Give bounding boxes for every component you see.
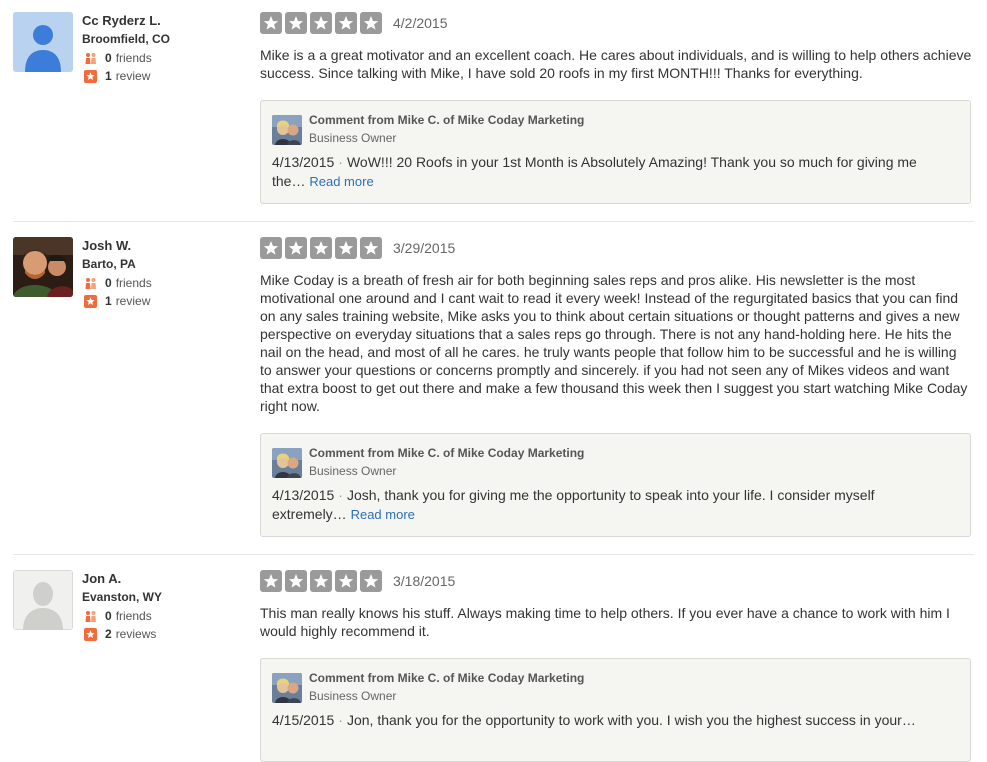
- star-icon: [310, 570, 332, 592]
- review-date: 3/29/2015: [393, 240, 456, 256]
- user-name[interactable]: Cc Ryderz L.: [82, 13, 161, 28]
- friends-icon: [85, 277, 96, 289]
- comment-author[interactable]: Comment from Mike C. of Mike Coday Marke…: [309, 113, 584, 127]
- default-user-silhouette-icon: [13, 570, 73, 630]
- review-text: Mike is a a great motivator and an excel…: [260, 47, 972, 81]
- user-location: Broomfield, CO: [82, 32, 171, 46]
- review-star-icon: [84, 627, 97, 641]
- comment-author[interactable]: Comment from Mike C. of Mike Coday Marke…: [309, 671, 584, 685]
- separator-dot: ·: [338, 487, 343, 503]
- star-icon: [260, 237, 282, 259]
- star-icon: [260, 12, 282, 34]
- friends-count: 0 friends: [84, 51, 152, 65]
- comment-body: 4/15/2015 · Jon, thank you for the opportu…: [272, 711, 952, 730]
- star-icon: [335, 237, 357, 259]
- user-avatar[interactable]: [13, 12, 73, 72]
- star-rating: [260, 237, 382, 259]
- star-icon: [360, 237, 382, 259]
- comment-author[interactable]: Comment from Mike C. of Mike Coday Marke…: [309, 446, 584, 460]
- star-icon: [360, 12, 382, 34]
- user-name[interactable]: Josh W.: [82, 238, 131, 253]
- review-text: Mike Coday is a breath of fresh air for …: [260, 272, 968, 414]
- review-item: Jon A. Evanston, WY 0 friends 2 reviews 3/…: [0, 570, 987, 762]
- separator-dot: ·: [338, 712, 343, 728]
- owner-role: Business Owner: [309, 131, 397, 145]
- review-date: 4/2/2015: [393, 15, 448, 31]
- star-icon: [285, 12, 307, 34]
- user-avatar[interactable]: [13, 570, 73, 630]
- review-star-icon: [84, 69, 97, 83]
- user-name[interactable]: Jon A.: [82, 571, 121, 586]
- review-item: Josh W. Barto, PA 0 friends 1 review 3/29/…: [0, 237, 987, 542]
- user-location: Barto, PA: [82, 257, 136, 271]
- review-divider: [13, 221, 974, 222]
- owner-photo-avatar: [272, 448, 302, 478]
- comment-body: 4/13/2015 · WoW!!! 20 Roofs in your 1st Mo…: [272, 153, 952, 191]
- separator-dot: ·: [338, 154, 343, 170]
- star-rating: [260, 12, 382, 34]
- friends-count: 0 friends: [84, 609, 152, 623]
- reviews-count: 2 reviews: [84, 627, 156, 641]
- read-more-link[interactable]: Read more: [351, 507, 415, 522]
- user-avatar[interactable]: [13, 237, 73, 297]
- owner-avatar[interactable]: [272, 673, 302, 703]
- star-icon: [335, 12, 357, 34]
- comment-body: 4/13/2015 · Josh, thank you for giving me …: [272, 486, 952, 524]
- star-icon: [335, 570, 357, 592]
- read-more-link[interactable]: Read more: [309, 174, 373, 189]
- owner-photo-avatar: [272, 115, 302, 145]
- comment-text: Jon, thank you for the opportunity to wo…: [346, 712, 916, 728]
- comment-date: 4/13/2015: [272, 487, 335, 503]
- star-icon: [260, 570, 282, 592]
- review-item: Cc Ryderz L. Broomfield, CO 0 friends 1 re…: [0, 12, 987, 212]
- default-user-avatar-icon: [13, 12, 73, 72]
- review-date: 3/18/2015: [393, 573, 456, 589]
- review-divider: [13, 554, 974, 555]
- owner-comment: Comment from Mike C. of Mike Coday Marke…: [260, 433, 971, 537]
- owner-avatar[interactable]: [272, 448, 302, 478]
- owner-comment: Comment from Mike C. of Mike Coday Marke…: [260, 658, 971, 762]
- star-rating: [260, 570, 382, 592]
- star-icon: [285, 570, 307, 592]
- star-icon: [360, 570, 382, 592]
- owner-role: Business Owner: [309, 464, 397, 478]
- user-photo-avatar: [13, 237, 73, 297]
- star-icon: [310, 12, 332, 34]
- friends-icon: [85, 52, 96, 64]
- star-icon: [285, 237, 307, 259]
- reviews-count: 1 review: [84, 294, 150, 308]
- reviews-count: 1 review: [84, 69, 150, 83]
- comment-date: 4/15/2015: [272, 712, 335, 728]
- comment-date: 4/13/2015: [272, 154, 335, 170]
- star-icon: [310, 237, 332, 259]
- user-location: Evanston, WY: [82, 590, 163, 604]
- owner-comment: Comment from Mike C. of Mike Coday Marke…: [260, 100, 971, 204]
- owner-avatar[interactable]: [272, 115, 302, 145]
- review-star-icon: [84, 294, 97, 308]
- owner-photo-avatar: [272, 673, 302, 703]
- friends-count: 0 friends: [84, 276, 152, 290]
- owner-role: Business Owner: [309, 689, 397, 703]
- friends-icon: [85, 610, 96, 622]
- review-text: This man really knows his stuff. Always …: [260, 605, 950, 639]
